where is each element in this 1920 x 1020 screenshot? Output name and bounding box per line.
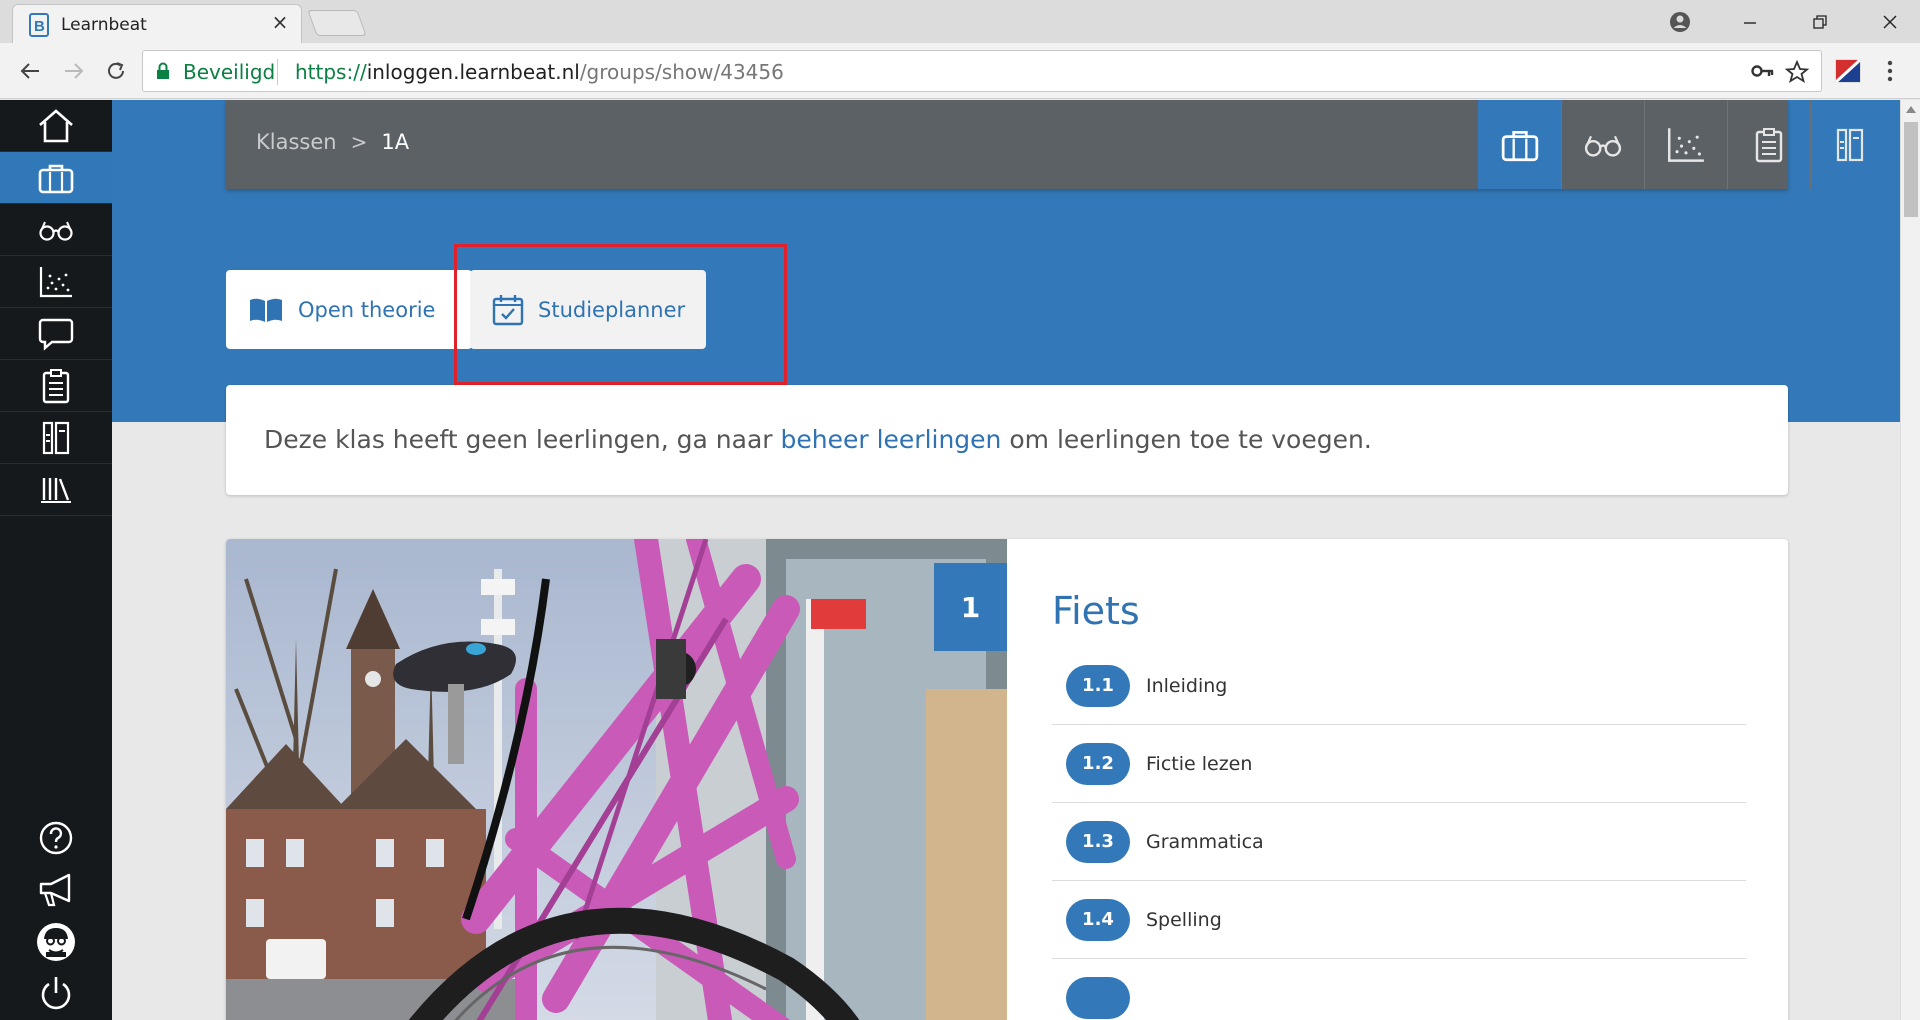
glasses-icon	[1582, 133, 1624, 157]
clipboard-icon	[1754, 127, 1784, 163]
scroll-up-arrow-icon[interactable]	[1906, 106, 1916, 113]
header-tab-tests[interactable]	[1727, 100, 1810, 189]
megaphone-icon	[37, 872, 75, 908]
lesson-item[interactable]: 1.2 Fictie lezen	[1052, 725, 1746, 803]
sidebar-item-tests[interactable]	[0, 360, 112, 412]
browser-toolbar: Beveiligd https://inloggen.learnbeat.nl/…	[0, 43, 1920, 99]
avatar-icon	[36, 922, 76, 962]
chapter-photo-bicycle[interactable]	[226, 539, 1007, 1020]
notice-before: Deze klas heeft geen leerlingen, ga naar	[264, 425, 781, 454]
page-scrollbar[interactable]	[1900, 100, 1920, 1020]
sidebar-item-library[interactable]	[0, 464, 112, 516]
sidebar-item-results[interactable]	[0, 256, 112, 308]
lesson-item[interactable]	[1052, 959, 1746, 1020]
address-separator	[277, 59, 278, 85]
lesson-number-badge: 1.4	[1066, 898, 1130, 941]
lesson-label: Spelling	[1146, 908, 1222, 931]
chapter-card: 1 Fiets 1.1 Inleiding 1.2 Fictie lezen 1…	[226, 539, 1788, 1020]
home-icon	[37, 108, 75, 144]
chat-icon	[38, 317, 74, 351]
study-planner-highlight	[454, 244, 787, 385]
breadcrumb-classes-link[interactable]: Klassen	[256, 130, 337, 154]
close-window-icon[interactable]	[1860, 0, 1920, 43]
url-path: /groups/show/43456	[579, 60, 784, 84]
learnbeat-favicon-icon: B	[29, 13, 49, 37]
header-tab-review[interactable]	[1561, 100, 1644, 189]
header-tab-materials[interactable]	[1810, 100, 1888, 189]
open-theory-button[interactable]: Open theorie	[226, 270, 472, 349]
open-book-icon	[248, 296, 284, 324]
books-icon	[41, 421, 71, 455]
scatter-chart-icon	[1667, 127, 1705, 163]
sidebar-item-review[interactable]	[0, 204, 112, 256]
sidebar-item-help[interactable]	[0, 812, 112, 864]
lesson-number-badge: 1.2	[1066, 742, 1130, 785]
reload-icon[interactable]	[100, 55, 132, 87]
help-icon	[38, 820, 74, 856]
lesson-item[interactable]: 1.3 Grammatica	[1052, 803, 1746, 881]
header-tab-overview[interactable]	[1478, 100, 1561, 189]
secure-label: Beveiligd	[183, 60, 276, 84]
sidebar-item-messages[interactable]	[0, 308, 112, 360]
address-bar[interactable]: Beveiligd https://inloggen.learnbeat.nl/…	[142, 50, 1822, 92]
notice-after: om leerlingen toe te voegen.	[1001, 425, 1372, 454]
chapter-number: 1	[934, 563, 1007, 651]
browser-tab[interactable]: B Learnbeat ×	[12, 4, 302, 44]
scatter-chart-icon	[39, 266, 73, 298]
header-tab-results[interactable]	[1644, 100, 1727, 189]
sidebar-item-home[interactable]	[0, 100, 112, 152]
lesson-label: Grammatica	[1146, 830, 1264, 853]
breadcrumb-current: 1A	[381, 130, 410, 154]
sidebar-item-materials[interactable]	[0, 412, 112, 464]
svg-text:B: B	[34, 18, 45, 35]
url-text[interactable]: https://inloggen.learnbeat.nl/groups/sho…	[295, 60, 784, 84]
manage-students-link[interactable]: beheer leerlingen	[781, 425, 1002, 454]
sidebar-item-profile[interactable]	[0, 916, 112, 968]
profile-icon[interactable]	[1650, 0, 1710, 43]
restore-window-icon[interactable]	[1790, 0, 1850, 43]
class-header-bar: Klassen > 1A	[226, 100, 1863, 189]
back-arrow-icon[interactable]	[14, 55, 46, 87]
books-icon	[1835, 128, 1865, 162]
power-icon	[38, 975, 74, 1013]
tab-title: Learnbeat	[61, 15, 147, 35]
tab-close-icon[interactable]: ×	[269, 11, 291, 33]
library-icon	[39, 476, 73, 504]
breadcrumb: Klassen > 1A	[256, 130, 409, 154]
browser-menu-icon[interactable]	[1874, 55, 1906, 87]
lock-icon	[155, 62, 171, 80]
lesson-item[interactable]: 1.1 Inleiding	[1052, 647, 1746, 725]
key-icon[interactable]	[1751, 60, 1775, 82]
bookmark-star-icon[interactable]	[1785, 60, 1809, 84]
lesson-label: Inleiding	[1146, 674, 1228, 697]
sidebar-item-news[interactable]	[0, 864, 112, 916]
clipboard-icon	[41, 368, 71, 404]
sidebar-item-classes[interactable]	[0, 152, 112, 204]
main-content: Klassen > 1A Open theorie Studieplanner …	[112, 100, 1900, 1020]
extension-flag-icon[interactable]	[1832, 55, 1864, 87]
lesson-number-badge: 1.3	[1066, 820, 1130, 863]
url-host: inloggen.learnbeat.nl	[366, 60, 580, 84]
briefcase-icon	[37, 162, 75, 194]
new-tab-button[interactable]	[307, 10, 367, 36]
glasses-icon	[37, 219, 75, 241]
lesson-number-badge: 1.1	[1066, 664, 1130, 707]
minimize-window-icon[interactable]	[1720, 0, 1780, 43]
open-theory-label: Open theorie	[298, 297, 436, 322]
lesson-number-badge	[1066, 977, 1130, 1019]
scrollbar-thumb[interactable]	[1904, 122, 1918, 217]
lesson-item[interactable]: 1.4 Spelling	[1052, 881, 1746, 959]
no-students-notice: Deze klas heeft geen leerlingen, ga naar…	[226, 385, 1788, 495]
sidebar-item-logout[interactable]	[0, 968, 112, 1020]
app-sidebar	[0, 100, 112, 1020]
lesson-label: Fictie lezen	[1146, 752, 1253, 775]
notice-text: Deze klas heeft geen leerlingen, ga naar…	[264, 425, 1372, 454]
briefcase-icon	[1500, 128, 1540, 162]
breadcrumb-separator: >	[350, 130, 368, 154]
browser-tabbar: B Learnbeat ×	[0, 0, 1920, 44]
url-scheme: https://	[295, 60, 367, 84]
forward-arrow-icon[interactable]	[58, 55, 90, 87]
chapter-title[interactable]: Fiets	[1052, 589, 1140, 633]
